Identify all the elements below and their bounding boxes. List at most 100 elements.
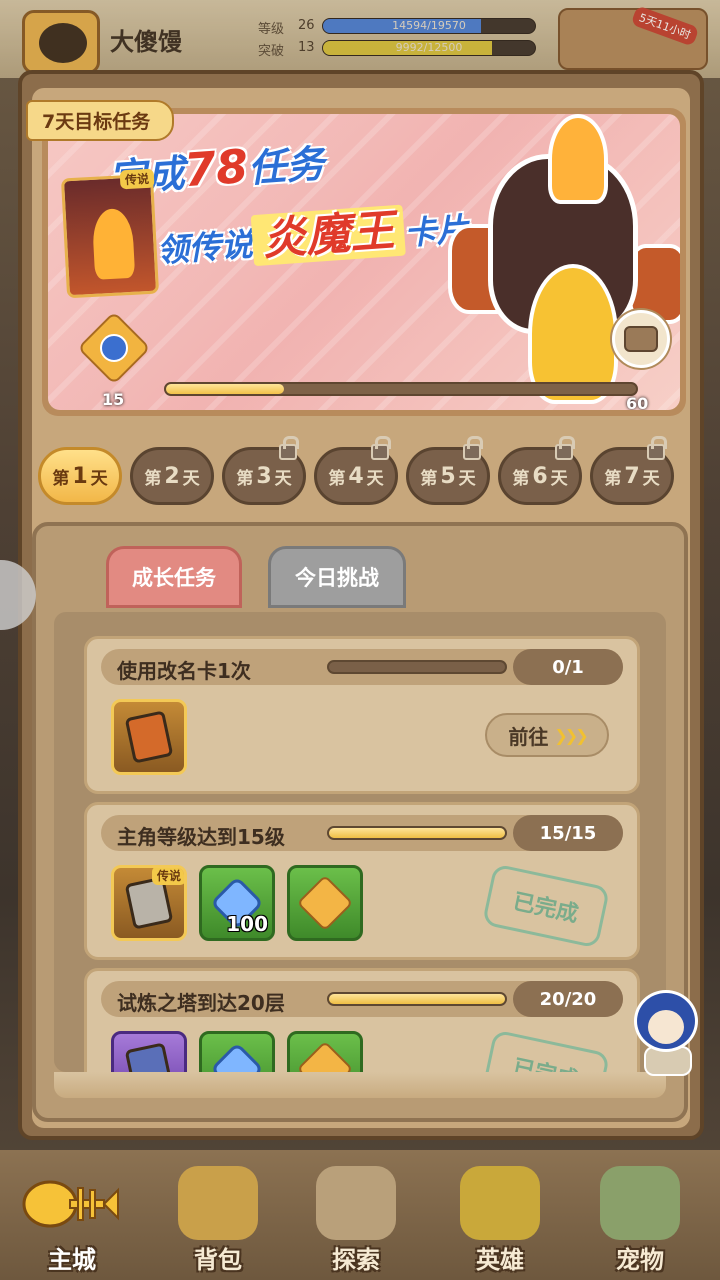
day-tab-3[interactable]: 第3天 — [222, 436, 306, 505]
exp-text: 14594/19570 — [392, 19, 466, 32]
nav-main-city[interactable]: 主城 — [12, 1160, 132, 1278]
day-tab-5[interactable]: 第5天 — [406, 436, 490, 505]
day-number: 5 — [440, 463, 456, 489]
player-bar: 大傻馒 等级 26 14594/19570 突破 13 9992/12500 5… — [0, 0, 720, 78]
pet-icon — [600, 1166, 680, 1240]
go-button-label: 前往 — [508, 724, 549, 749]
breakthrough-label: 突破 — [258, 44, 285, 59]
avatar-face — [39, 23, 87, 63]
hero-icon — [460, 1166, 540, 1240]
task-panel: 成长任务 今日挑战 使用改名卡1次 0/1 前往 ❯❯❯ 主角等级达到15级 1… — [32, 522, 688, 1122]
day-suffix: 天 — [182, 468, 200, 489]
day-prefix: 第 — [328, 468, 346, 489]
day-tab-6[interactable]: 第6天 — [498, 436, 582, 505]
assistant-character[interactable] — [630, 990, 706, 1076]
nav-pets[interactable]: 宠物 — [580, 1160, 700, 1278]
nav-label: 英雄 — [476, 1246, 524, 1274]
goal-banner-art: 完成78任务 领传说炎魔王卡片 传说 15 60 — [48, 114, 680, 410]
task-header: 试炼之塔到达20层 20/20 — [101, 981, 623, 1017]
day-prefix: 第 — [144, 468, 162, 489]
day-prefix: 第 — [420, 468, 438, 489]
banner-progress-current: 15 — [102, 390, 125, 409]
day-suffix: 天 — [366, 468, 384, 489]
day-suffix: 天 — [642, 468, 660, 489]
task-row: 主角等级达到15级 15/15 传说 100 已完成 — [84, 802, 640, 960]
breakthrough-value: 13 — [298, 40, 315, 55]
promo-timer-badge: 5天11小时 — [630, 5, 700, 47]
lock-icon — [555, 436, 575, 460]
go-button[interactable]: 前往 ❯❯❯ — [485, 713, 609, 757]
breakthrough-bar: 9992/12500 — [322, 40, 536, 56]
task-progress-bar — [327, 660, 507, 674]
rename-card-reward[interactable] — [111, 699, 187, 775]
legend-card-icon[interactable]: 传说 — [60, 168, 160, 299]
medal-reward[interactable] — [287, 865, 363, 941]
medal-core — [100, 334, 128, 362]
nav-backpack[interactable]: 背包 — [158, 1160, 278, 1278]
lock-icon — [647, 436, 667, 460]
promo-event-button[interactable]: 5天11小时 — [558, 5, 708, 70]
completed-stamp: 已完成 — [481, 863, 611, 949]
map-scroll-icon — [316, 1166, 396, 1240]
task-progress-bar — [327, 826, 507, 840]
player-avatar[interactable] — [22, 10, 100, 74]
day-suffix: 天 — [90, 468, 108, 489]
medal-icon — [296, 1040, 354, 1072]
lock-icon — [463, 436, 483, 460]
task-progress-bar — [327, 992, 507, 1006]
task-count: 20/20 — [513, 981, 623, 1017]
reward-quantity: 100 — [226, 912, 268, 936]
bottom-navigation: 主城 背包 探索 英雄 宠物 — [0, 1150, 720, 1280]
day-tab-2[interactable]: 第2天 — [130, 447, 214, 505]
day-tabs: 第1天 第2天 第3天 第4天 第5天 第6天 第7天 — [38, 436, 688, 509]
player-name: 大傻馒 — [110, 28, 182, 56]
nav-label: 主城 — [48, 1246, 96, 1274]
goal-banner: 完成78任务 领传说炎魔王卡片 传说 15 60 — [42, 108, 686, 416]
day-number: 6 — [532, 463, 548, 489]
gem-reward[interactable]: 100 — [199, 865, 275, 941]
day-prefix: 第 — [512, 468, 530, 489]
medal-icon — [77, 311, 151, 388]
day-number: 4 — [348, 463, 364, 489]
rename-card-icon — [124, 710, 174, 764]
card-reward[interactable] — [111, 1031, 187, 1072]
banner-progress-fill — [166, 384, 284, 394]
treasure-chest-icon[interactable] — [612, 310, 670, 368]
assistant-face — [648, 1010, 684, 1044]
task-progress-fill — [329, 828, 505, 838]
nav-heroes[interactable]: 英雄 — [440, 1160, 560, 1278]
tab-growth-tasks[interactable]: 成长任务 — [106, 546, 242, 608]
nav-label: 探索 — [332, 1246, 380, 1274]
gem-icon — [210, 1042, 264, 1072]
nav-label: 背包 — [194, 1246, 242, 1274]
task-header: 主角等级达到15级 15/15 — [101, 815, 623, 851]
card-icon — [124, 1042, 174, 1072]
task-row: 使用改名卡1次 0/1 前往 ❯❯❯ — [84, 636, 640, 794]
gem-reward[interactable] — [199, 1031, 275, 1072]
lock-icon — [279, 436, 299, 460]
banner-reward-line: 领传说 炎魔王 卡片 — [154, 189, 470, 275]
chevron-right-icon: ❯❯❯ — [554, 725, 588, 745]
hero-card-reward[interactable]: 传说 — [111, 865, 187, 941]
day-prefix: 第 — [236, 468, 254, 489]
task-count: 15/15 — [513, 815, 623, 851]
tab-daily-challenge[interactable]: 今日挑战 — [268, 546, 406, 608]
breakthrough-text: 9992/12500 — [395, 41, 463, 54]
day-prefix: 第 — [604, 468, 622, 489]
medal-icon — [296, 874, 354, 932]
task-title: 使用改名卡1次 — [117, 659, 251, 683]
task-list[interactable]: 使用改名卡1次 0/1 前往 ❯❯❯ 主角等级达到15级 15/15 传说 10… — [54, 612, 666, 1072]
day-tab-1[interactable]: 第1天 — [38, 447, 122, 505]
day-tab-4[interactable]: 第4天 — [314, 436, 398, 505]
reward-name: 炎魔王 — [250, 204, 406, 267]
legend-badge: 传说 — [151, 868, 184, 885]
backpack-icon — [178, 1166, 258, 1240]
day-suffix: 天 — [458, 468, 476, 489]
day-number: 7 — [624, 463, 640, 489]
exp-bar: 14594/19570 — [322, 18, 536, 34]
nav-label: 宠物 — [616, 1246, 664, 1274]
medal-reward[interactable] — [287, 1031, 363, 1072]
nav-explore[interactable]: 探索 — [296, 1160, 416, 1278]
day-prefix: 第 — [52, 468, 70, 489]
day-tab-7[interactable]: 第7天 — [590, 436, 674, 505]
